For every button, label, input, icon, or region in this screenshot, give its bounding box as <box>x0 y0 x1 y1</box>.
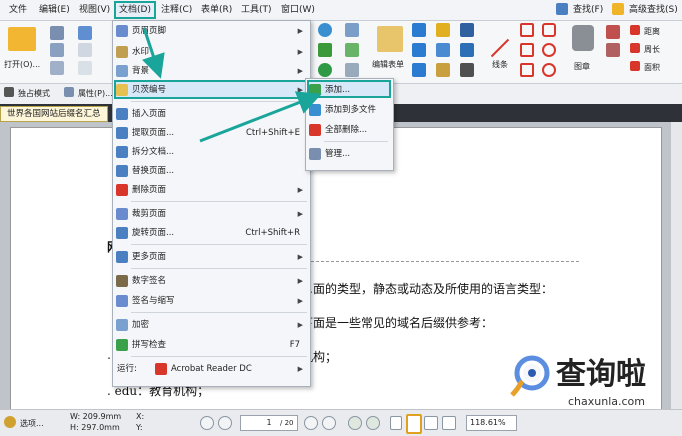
watermark-text: 查询啦 <box>556 357 646 392</box>
watermark-logo: 查询啦 chaxunla.com <box>508 345 682 415</box>
arrow-to-bates <box>141 27 165 79</box>
watermark-url: chaxunla.com <box>568 395 645 408</box>
arrow-to-add <box>199 91 322 143</box>
